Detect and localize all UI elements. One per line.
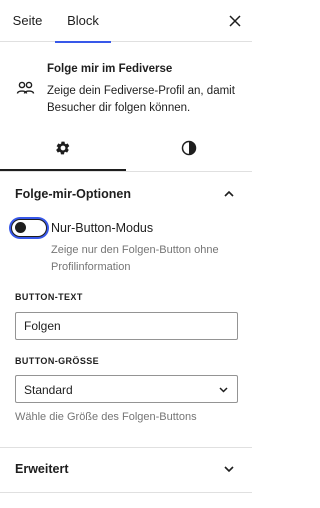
close-button[interactable] bbox=[224, 10, 246, 32]
button-size-label: BUTTON-GRÖSSE bbox=[15, 356, 100, 366]
chevron-down-icon bbox=[219, 387, 228, 393]
toggle-knob bbox=[15, 222, 26, 233]
button-only-toggle[interactable] bbox=[11, 219, 47, 237]
options-panel-title: Folge-mir-Optionen bbox=[15, 187, 131, 201]
tab-block[interactable]: Block bbox=[55, 0, 111, 43]
button-size-help-text: Wähle die Größe des Folgen-Buttons bbox=[15, 411, 197, 423]
block-title: Folge mir im Fediverse bbox=[47, 63, 173, 75]
chevron-up-icon bbox=[224, 190, 234, 197]
close-icon bbox=[229, 15, 241, 27]
button-size-select[interactable]: Standard bbox=[15, 375, 238, 403]
gear-icon bbox=[56, 141, 70, 155]
sidebar-tabs: Seite Block bbox=[0, 0, 252, 43]
options-panel-header[interactable]: Folge-mir-Optionen bbox=[0, 173, 252, 217]
chevron-down-icon bbox=[224, 466, 234, 473]
toggle-help-text: Zeige nur den Folgen-Button ohne Profili… bbox=[51, 244, 219, 273]
people-icon bbox=[16, 81, 35, 94]
active-tab-indicator bbox=[0, 169, 126, 171]
button-size-value: Standard bbox=[24, 383, 73, 397]
advanced-panel-header[interactable]: Erweitert bbox=[0, 448, 252, 492]
block-card: Folge mir im Fediverse Zeige dein Fedive… bbox=[0, 42, 252, 122]
block-description: Zeige dein Fediverse-Profil an, damit Be… bbox=[47, 85, 235, 114]
tab-block-label: Block bbox=[67, 13, 99, 28]
tab-styles[interactable] bbox=[126, 125, 252, 171]
tab-seite[interactable]: Seite bbox=[0, 0, 55, 42]
toggle-label: Nur-Button-Modus bbox=[51, 221, 154, 235]
inspector-tabs bbox=[0, 125, 252, 172]
tab-settings[interactable] bbox=[0, 125, 126, 171]
panel-divider bbox=[0, 492, 252, 493]
button-text-input[interactable] bbox=[15, 312, 238, 340]
button-text-label: BUTTON-TEXT bbox=[15, 292, 83, 302]
advanced-panel-title: Erweitert bbox=[15, 462, 69, 476]
contrast-icon bbox=[181, 140, 197, 156]
